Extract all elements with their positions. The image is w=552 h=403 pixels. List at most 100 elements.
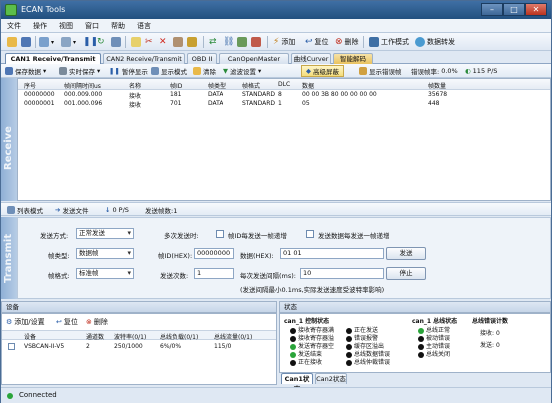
tab-obd2[interactable]: OBD II — [187, 53, 217, 64]
tab-can1-status[interactable]: Can1状态 — [281, 373, 313, 393]
frame-id-input[interactable]: 00000000 — [194, 248, 234, 259]
status-bar: Connected — [1, 387, 551, 403]
realtime-save-button[interactable]: 实时保存 ▾ — [59, 65, 100, 77]
x-icon: ✕ — [159, 37, 167, 47]
frame-format-select[interactable]: 标准帧 — [76, 268, 134, 279]
receive-grid: 序号 帧间隔时间us 名称 帧ID 帧类型 帧格式 DLC 数据 帧数量 000… — [17, 78, 551, 201]
delete-button[interactable]: ⊗ 删除 — [335, 35, 359, 49]
data-label: 数据(HEX): — [240, 252, 274, 260]
menu-operation[interactable]: 操作 — [27, 19, 53, 33]
add-button[interactable]: ⚡ 添加 — [273, 35, 295, 49]
save-data-button[interactable]: 保存数据 ▾ — [5, 65, 46, 77]
ctrl-status-title: can_1 控制状态 — [284, 318, 330, 325]
col-frame-count[interactable]: 帧数量 — [428, 81, 446, 90]
device-delete-button[interactable]: ⊗ 删除 — [86, 315, 108, 329]
display-mode-button[interactable]: 显示模式 — [151, 65, 187, 77]
device2-button[interactable]: ▾ — [61, 35, 76, 49]
col-name[interactable]: 名称 — [129, 81, 141, 90]
title-bar: ECAN Tools – □ ✕ — [1, 1, 551, 19]
menu-window[interactable]: 窗口 — [79, 19, 105, 33]
clear-button[interactable]: 清除 — [193, 65, 216, 77]
device-row[interactable]: VSBCAN-II-V5 2 250/1000 6%/0% 115/0 — [2, 342, 276, 352]
send-times-input[interactable]: 1 — [194, 268, 234, 279]
list-button[interactable] — [111, 35, 121, 49]
can-tabs: CAN1 Receive/Transmit CAN2 Receive/Trans… — [1, 52, 551, 65]
error-frame-icon — [359, 67, 367, 75]
refresh-button[interactable]: ↻ — [97, 35, 105, 49]
menu-file[interactable]: 文件 — [1, 19, 27, 33]
add-settings-button[interactable]: ⚙ 添加/设置 — [6, 315, 45, 329]
device-reset-button[interactable]: ↩ 复位 — [56, 315, 78, 329]
main-toolbar: ▾ ▾ ❚❚ ↻ ✂ ✕ ⇄ ⛓ ⚡ 添加 ↩ 复位 ⊗ 删除 工作模式 数据转发 — [1, 33, 551, 51]
pause-display-button[interactable]: ❚❚ 暂停显示 — [109, 65, 148, 77]
pause-button[interactable]: ❚❚ — [83, 35, 98, 49]
col-frame-id[interactable]: 帧ID — [170, 81, 182, 90]
tab-can2-status[interactable]: Can2状态 — [315, 373, 347, 384]
status-panel-header: 状态 — [279, 301, 551, 313]
data-forward-button[interactable]: 数据转发 — [415, 35, 455, 49]
rx-error-count: 接收: 0 — [480, 330, 500, 337]
work-mode-button[interactable]: 工作模式 — [369, 35, 409, 49]
save-button[interactable] — [21, 35, 31, 49]
send-mode-label: 发送方式: — [40, 232, 69, 240]
tab-curve[interactable]: 曲线Curver — [291, 53, 331, 64]
tab-canopen-master[interactable]: CanOpenMaster — [219, 53, 289, 64]
device-delete-icon: ⊗ — [86, 318, 92, 326]
send-file-button[interactable]: ➔ 发送文件 — [55, 204, 88, 216]
col-dlc[interactable]: DLC — [278, 81, 290, 88]
frame-type-select[interactable]: 数据帧 — [76, 248, 134, 259]
swap-button[interactable]: ⇄ — [209, 35, 217, 49]
table-row[interactable]: 00000000 000.009.000 接收 181 DATA STANDAR… — [18, 91, 550, 100]
menu-view[interactable]: 视图 — [53, 19, 79, 33]
reset-button[interactable]: ↩ 复位 — [305, 35, 329, 49]
device-panel: ⚙ 添加/设置 ↩ 复位 ⊗ 删除 设备 通道数 波特率(0/1) 总线负载(0/1)… — [1, 313, 277, 385]
interval-input[interactable]: 10 — [300, 268, 384, 279]
menu-language[interactable]: 语言 — [131, 19, 157, 33]
col-interval[interactable]: 帧间隔时间us — [64, 81, 101, 90]
col-frame-format[interactable]: 帧格式 — [242, 81, 260, 90]
close-button[interactable]: ✕ — [525, 3, 547, 16]
status-panel: can_1 控制状态 接收寄存器满 接收寄存器溢 发送寄存器空 发送结束 正在接… — [279, 313, 551, 373]
send-button[interactable]: 发送 — [386, 247, 426, 260]
open-button[interactable] — [7, 35, 17, 49]
bus-status-title: can_1 总线状态 — [412, 318, 458, 325]
link-button[interactable]: ⛓ — [223, 35, 234, 49]
device-checkbox[interactable] — [8, 343, 15, 350]
link-icon: ⛓ — [223, 37, 235, 47]
menu-help[interactable]: 帮助 — [105, 19, 131, 33]
connected-icon — [7, 393, 13, 399]
tag-button[interactable] — [187, 35, 197, 49]
filter-settings-button[interactable]: ▼ 滤波设置 ▾ — [223, 65, 261, 77]
delete-icon: ⊗ — [335, 37, 343, 47]
edit-button[interactable] — [173, 35, 183, 49]
stop-button[interactable]: 停止 — [386, 267, 426, 280]
new-button[interactable] — [131, 35, 141, 49]
show-error-frame-button[interactable]: 显示错误帧 — [359, 65, 402, 77]
data-increment-checkbox[interactable] — [306, 230, 314, 238]
tab-can2[interactable]: CAN2 Receive/Transmit — [103, 53, 185, 64]
advanced-screen-button[interactable]: ◆ 高级屏蔽 — [301, 65, 344, 77]
status-tabs: Can1状态 Can2状态 — [279, 373, 551, 393]
cut-button[interactable]: ✂ — [145, 35, 153, 49]
main-window: ECAN Tools – □ ✕ 文件 操作 视图 窗口 帮助 语言 ▾ ▾ ❚❚ ↻ ✂… — [0, 0, 552, 403]
device-button[interactable]: ▾ — [39, 35, 54, 49]
maximize-button[interactable]: □ — [503, 3, 525, 16]
frame-id-label: 帧ID(HEX): — [158, 252, 193, 260]
realtime-save-icon — [59, 67, 67, 75]
device-reset-icon: ↩ — [56, 318, 62, 326]
receive-toolbar: 保存数据 ▾ 实时保存 ▾ ❚❚ 暂停显示 显示模式 清除 ▼ 滤波设置 ▾ ◆ 高级屏蔽 … — [1, 64, 551, 78]
data-input[interactable]: 01 01 — [280, 248, 384, 259]
col-frame-type[interactable]: 帧类型 — [208, 81, 226, 90]
table-row[interactable]: 00000001 001.000.096 接收 701 DATA STANDAR… — [18, 100, 550, 109]
list-mode-button[interactable]: 列表模式 — [7, 204, 43, 216]
tag-icon — [187, 37, 197, 47]
col-data[interactable]: 数据 — [302, 81, 314, 90]
remove-button[interactable]: ✕ — [159, 35, 167, 49]
id-increment-checkbox[interactable] — [216, 230, 224, 238]
tab-smart-decode[interactable]: 智能解码 — [333, 53, 373, 64]
col-index[interactable]: 序号 — [24, 81, 36, 90]
chart-button[interactable] — [251, 35, 261, 49]
send-mode-select[interactable]: 正常发送 — [76, 228, 134, 239]
grid-button[interactable] — [237, 35, 247, 49]
minimize-button[interactable]: – — [481, 3, 503, 16]
